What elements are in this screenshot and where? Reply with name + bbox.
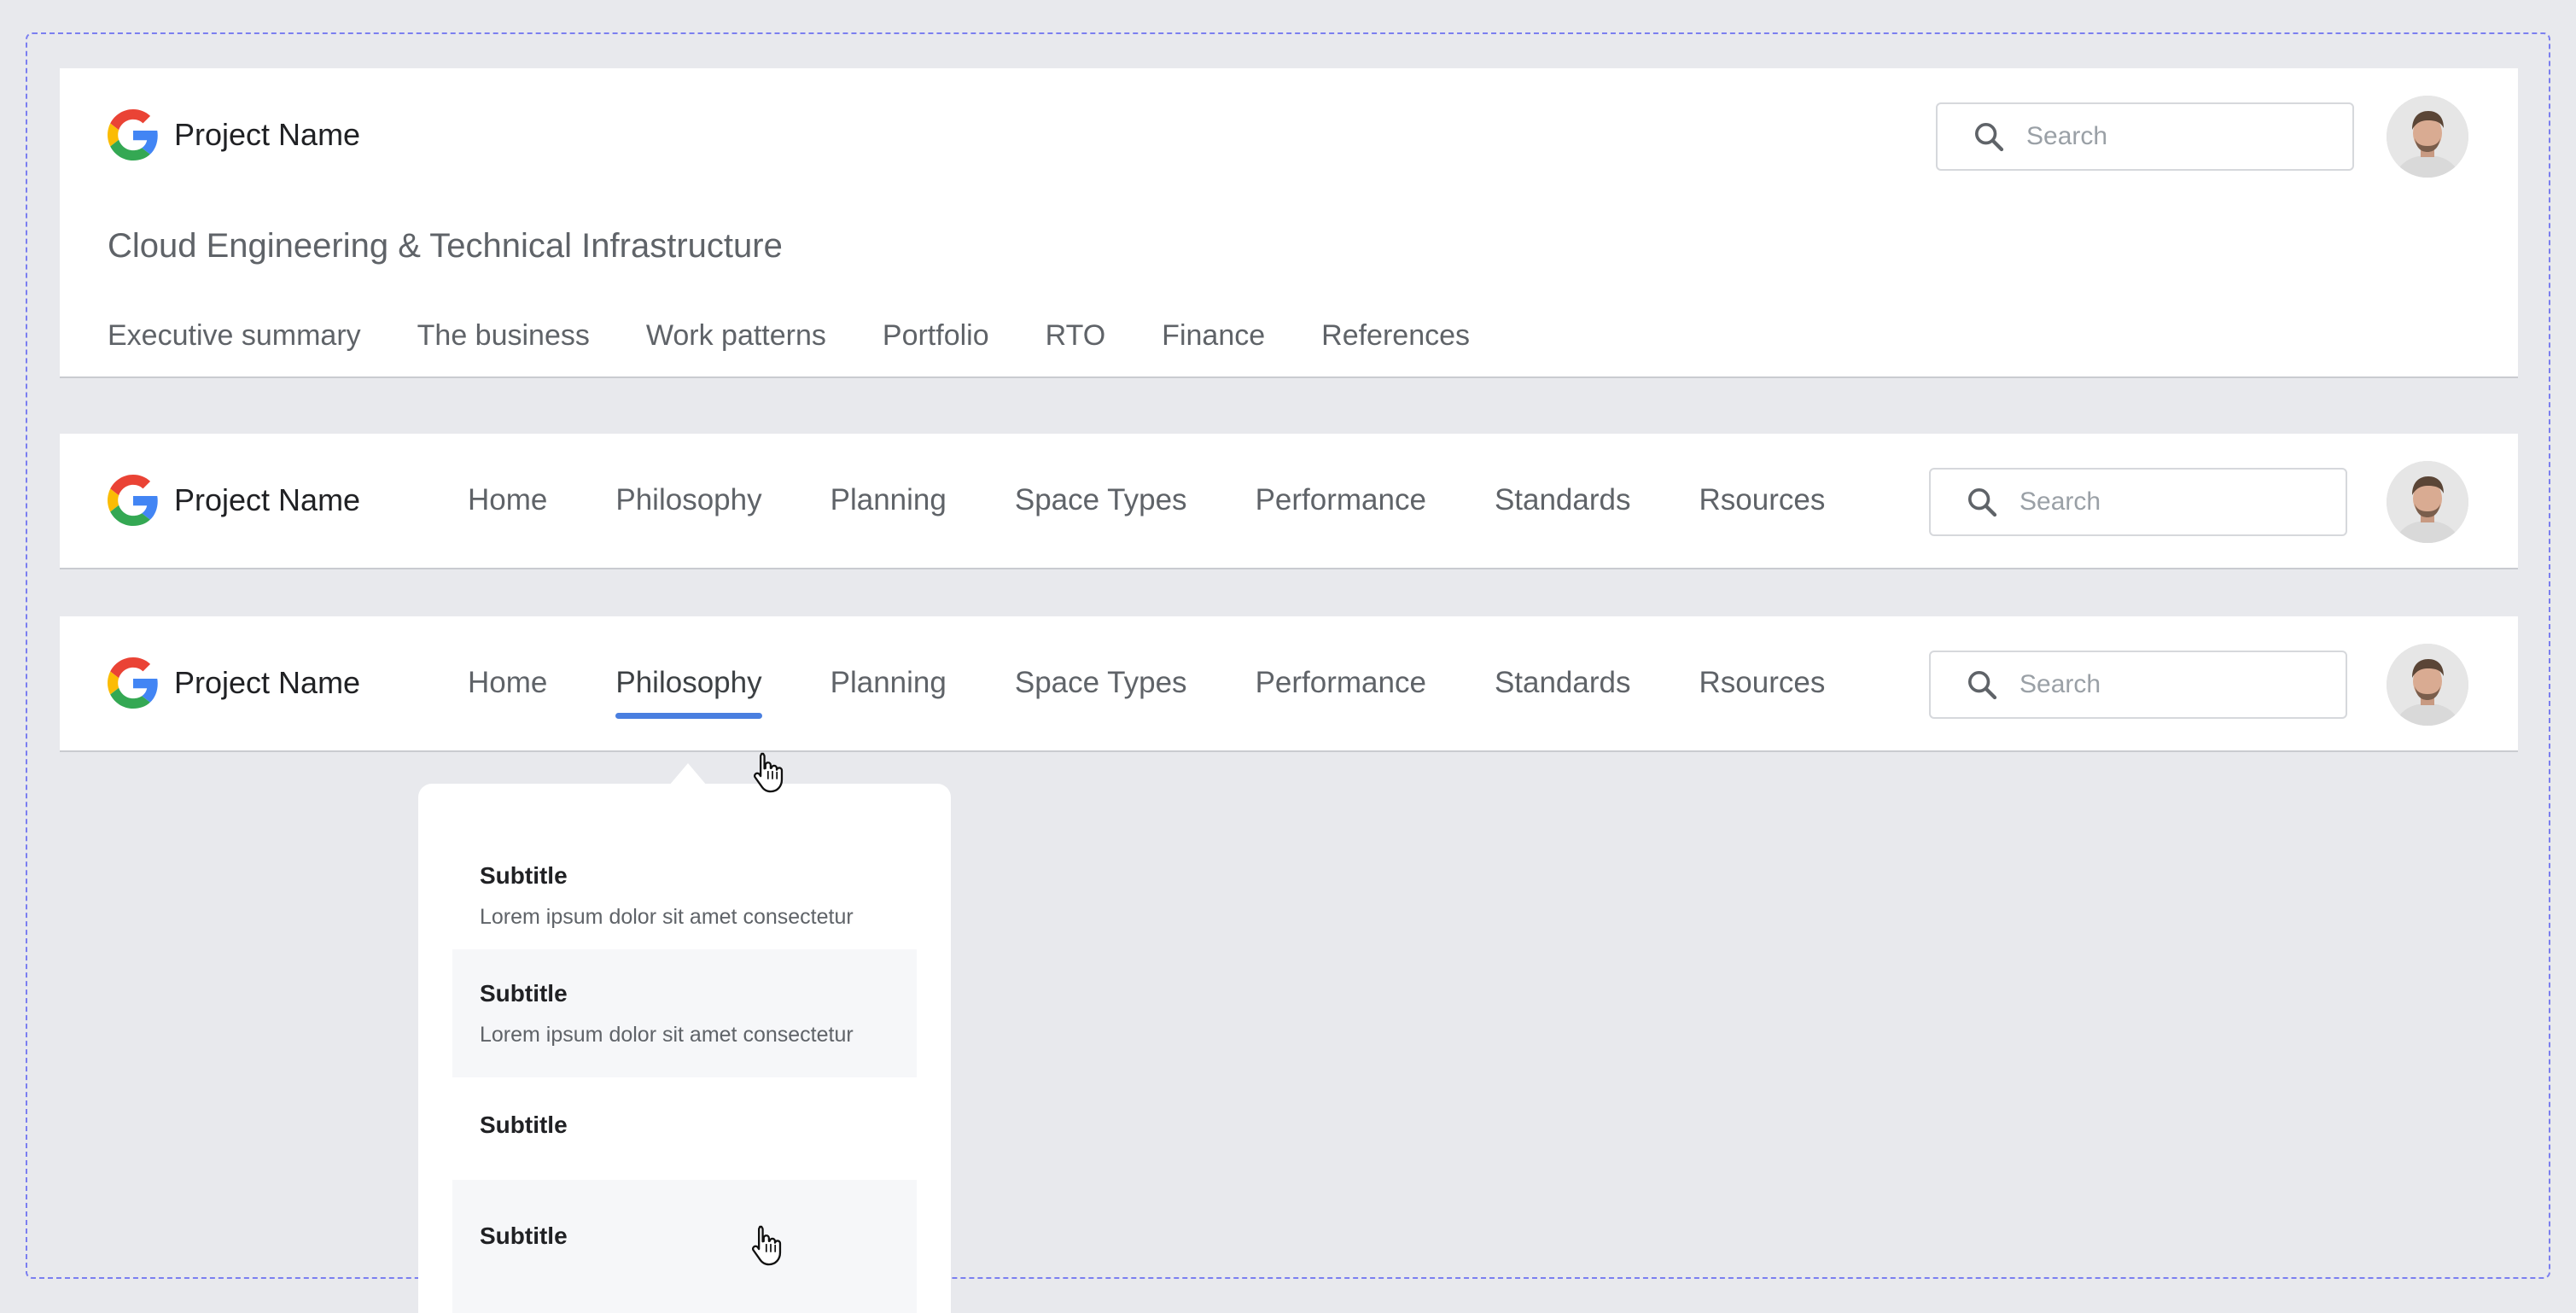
- tab-executive-summary[interactable]: Executive summary: [108, 319, 361, 353]
- philosophy-dropdown-menu: Subtitle Lorem ipsum dolor sit amet cons…: [418, 784, 951, 1313]
- tab-the-business[interactable]: The business: [417, 319, 590, 353]
- search-box[interactable]: [1936, 102, 2354, 171]
- search-input[interactable]: [2018, 487, 2346, 517]
- google-g-logo-icon: [108, 109, 158, 160]
- dropdown-item-title: Subtitle: [480, 1223, 568, 1249]
- main-nav: Home Philosophy Planning Space Types Per…: [468, 666, 1826, 719]
- dropdown-item-title: Subtitle: [480, 980, 568, 1007]
- nav-philosophy-active[interactable]: Philosophy: [615, 666, 762, 719]
- nav-space-types[interactable]: Space Types: [1015, 483, 1187, 517]
- nav-home[interactable]: Home: [468, 666, 547, 700]
- google-g-logo-icon: [108, 657, 158, 709]
- tab-finance[interactable]: Finance: [1162, 319, 1265, 353]
- nav-home[interactable]: Home: [468, 483, 547, 517]
- brand-logo[interactable]: Project Name: [108, 475, 360, 526]
- google-g-logo-icon: [108, 475, 158, 526]
- nav-space-types[interactable]: Space Types: [1015, 666, 1187, 700]
- dropdown-item-hovered[interactable]: Subtitle Lorem ipsum dolor sit amet cons…: [452, 949, 917, 1077]
- dropdown-item-title: Subtitle: [480, 862, 568, 889]
- search-input[interactable]: [2025, 121, 2352, 152]
- header-expanded: Project Name Cloud Engineering & Technic…: [60, 68, 2518, 378]
- search-icon: [1968, 671, 1997, 700]
- tab-rto[interactable]: RTO: [1046, 319, 1106, 353]
- dropdown-item[interactable]: Subtitle: [452, 1093, 917, 1175]
- search-icon: [1975, 123, 2004, 152]
- section-tabs: Executive summary The business Work patt…: [108, 319, 1470, 353]
- nav-resources[interactable]: Rsources: [1699, 666, 1826, 700]
- header-compact: Project Name Home Philosophy Planning Sp…: [60, 434, 2518, 569]
- nav-planning[interactable]: Planning: [830, 483, 947, 517]
- brand-name: Project Name: [174, 117, 361, 152]
- tab-work-patterns[interactable]: Work patterns: [646, 319, 826, 353]
- nav-planning[interactable]: Planning: [830, 666, 947, 700]
- search-icon: [1968, 488, 1997, 517]
- tab-portfolio[interactable]: Portfolio: [883, 319, 989, 353]
- dropdown-item-desc: Lorem ipsum dolor sit amet consectetur: [480, 1023, 854, 1047]
- dropdown-item-hovered[interactable]: Subtitle: [452, 1180, 917, 1313]
- hand-pointer-cursor-icon: [753, 752, 784, 793]
- search-input[interactable]: [2018, 669, 2346, 700]
- brand-name: Project Name: [174, 665, 361, 700]
- dropdown-item-desc: Lorem ipsum dolor sit amet consectetur: [480, 905, 854, 929]
- hand-pointer-cursor-icon: [751, 1225, 782, 1266]
- brand-logo[interactable]: Project Name: [108, 109, 360, 160]
- brand-name: Project Name: [174, 482, 361, 517]
- user-avatar[interactable]: [2387, 96, 2468, 178]
- nav-standards[interactable]: Standards: [1495, 666, 1631, 700]
- nav-performance[interactable]: Performance: [1256, 483, 1426, 517]
- search-box[interactable]: [1929, 651, 2347, 719]
- nav-resources[interactable]: Rsources: [1699, 483, 1826, 517]
- page-subtitle: Cloud Engineering & Technical Infrastruc…: [108, 227, 783, 265]
- header-with-dropdown: Project Name Home Philosophy Planning Sp…: [60, 616, 2518, 752]
- search-box[interactable]: [1929, 468, 2347, 536]
- dropdown-item-title: Subtitle: [480, 1112, 568, 1138]
- nav-performance[interactable]: Performance: [1256, 666, 1426, 700]
- user-avatar[interactable]: [2387, 461, 2468, 543]
- main-nav: Home Philosophy Planning Space Types Per…: [468, 483, 1825, 517]
- tab-references[interactable]: References: [1321, 319, 1470, 353]
- nav-standards[interactable]: Standards: [1495, 483, 1631, 517]
- brand-logo[interactable]: Project Name: [108, 657, 360, 709]
- user-avatar[interactable]: [2387, 644, 2468, 726]
- dropdown-caret: [669, 763, 707, 785]
- dropdown-item[interactable]: Subtitle Lorem ipsum dolor sit amet cons…: [452, 833, 917, 932]
- nav-philosophy[interactable]: Philosophy: [615, 483, 761, 517]
